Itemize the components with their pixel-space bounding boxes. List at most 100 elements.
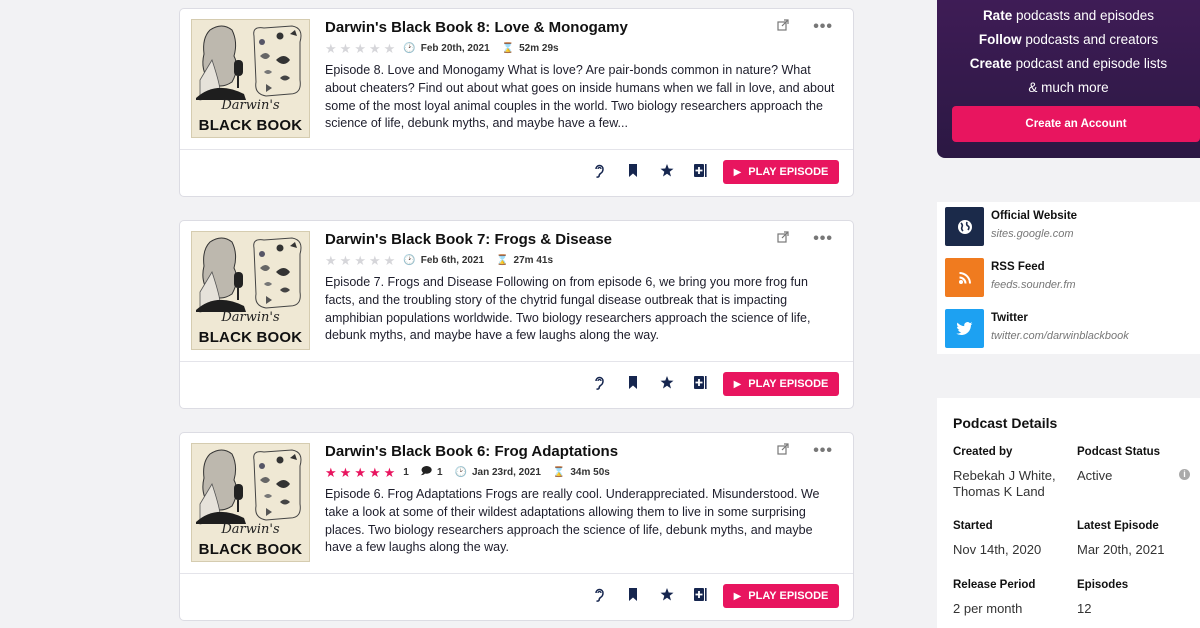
rating-star[interactable]: ★ <box>354 42 366 55</box>
podcast-status-label: Podcast Status <box>1077 446 1161 458</box>
podcast-details-panel: Podcast Details Created by Rebekah J Whi… <box>937 398 1200 628</box>
rating-star[interactable]: ★ <box>325 466 337 479</box>
release-date: 🕑 Feb 6th, 2021 <box>403 254 485 266</box>
rating-star[interactable]: ★ <box>384 254 396 267</box>
twitter-link[interactable]: Twitter twitter.com/darwinblackbook <box>945 309 1195 349</box>
add-to-list-icon[interactable] <box>684 588 718 604</box>
rating-star[interactable]: ★ <box>340 42 352 55</box>
info-icon[interactable]: i <box>1179 469 1190 480</box>
episodes-count-label: Episodes <box>1077 579 1129 591</box>
globe-icon <box>945 207 984 246</box>
rating-star[interactable]: ★ <box>369 42 381 55</box>
episode-duration: ⌛ 52m 29s <box>501 42 559 54</box>
cover-subtitle: BLACK BOOK <box>198 117 303 134</box>
more-options-icon[interactable]: ••• <box>813 442 833 458</box>
episode-meta: ★★★★★ 🗩 🕑 Feb 20th, 2021 ⌛ 52m 29s <box>325 41 571 55</box>
rss-feed-link[interactable]: RSS Feed feeds.sounder.fm <box>945 258 1195 298</box>
episode-title[interactable]: Darwin's Black Book 7: Frogs & Disease <box>325 231 612 248</box>
add-to-list-icon[interactable] <box>684 376 718 392</box>
rating-stars[interactable]: ★ ★ ★ ★ ★ <box>325 254 395 267</box>
link-url: twitter.com/darwinblackbook <box>991 330 1129 342</box>
episode-title[interactable]: Darwin's Black Book 8: Love & Monogamy <box>325 19 628 36</box>
episode-card: Darwin's BLACK BOOK Darwin's Black Book … <box>179 220 854 409</box>
podcast-status-value: Active <box>1077 468 1113 483</box>
rating-star[interactable]: ★ <box>369 254 381 267</box>
add-to-list-icon[interactable] <box>684 164 718 180</box>
episode-cover-art[interactable]: Darwin's BLACK BOOK <box>191 19 310 138</box>
rating-star[interactable]: ★ <box>325 254 337 267</box>
create-account-button[interactable]: Create an Account <box>952 106 1200 142</box>
episode-actions: ▶ PLAY EPISODE <box>582 372 839 396</box>
hourglass-icon: ⌛ <box>496 254 509 266</box>
started-value: Nov 14th, 2020 <box>953 542 1042 557</box>
link-label: RSS Feed <box>991 261 1045 273</box>
created-by-label: Created by <box>953 446 1013 458</box>
episode-title[interactable]: Darwin's Black Book 6: Frog Adaptations <box>325 443 618 460</box>
rating-star[interactable]: ★ <box>354 466 366 479</box>
episode-duration: ⌛ 27m 41s <box>496 254 554 266</box>
star-icon[interactable] <box>650 376 684 392</box>
external-links-panel: Official Website sites.google.com RSS Fe… <box>937 202 1200 354</box>
hourglass-icon: ⌛ <box>552 466 566 478</box>
link-label: Twitter <box>991 312 1028 324</box>
episode-actions: ▶ PLAY EPISODE <box>582 584 839 608</box>
star-icon[interactable] <box>650 164 684 180</box>
episode-description: Episode 8. Love and Monogamy What is lov… <box>325 63 835 131</box>
official-website-link[interactable]: Official Website sites.google.com <box>945 207 1195 247</box>
share-icon[interactable] <box>777 443 789 458</box>
episodes-count-value: 12 <box>1077 601 1092 616</box>
more-options-icon[interactable]: ••• <box>813 18 833 34</box>
clock-icon: 🕑 <box>454 466 467 478</box>
comments-count[interactable]: 🗩 1 <box>421 464 443 481</box>
rating-stars[interactable]: ★ ★ ★ ★ ★ <box>325 466 395 479</box>
rss-icon <box>945 258 984 297</box>
cover-title: Darwin's <box>221 310 280 325</box>
episode-cover-art[interactable]: Darwin's BLACK BOOK <box>191 231 310 350</box>
card-top-actions: ••• <box>777 230 833 246</box>
signup-promo-panel: Rate podcasts and episodes Follow podcas… <box>937 0 1200 158</box>
play-icon: ▶ <box>733 590 742 602</box>
share-icon[interactable] <box>777 231 789 246</box>
more-options-icon[interactable]: ••• <box>813 230 833 246</box>
episode-card: Darwin's BLACK BOOK Darwin's Black Book … <box>179 432 854 621</box>
link-url: feeds.sounder.fm <box>991 279 1076 291</box>
latest-episode-value: Mar 20th, 2021 <box>1077 542 1165 557</box>
play-icon: ▶ <box>733 166 742 178</box>
star-icon[interactable] <box>650 588 684 604</box>
listened-ear-icon[interactable] <box>582 164 616 181</box>
rating-star[interactable]: ★ <box>384 466 396 479</box>
promo-line-create: Create podcast and episode lists <box>969 56 1168 71</box>
rating-star[interactable]: ★ <box>369 466 381 479</box>
card-top-actions: ••• <box>777 442 833 458</box>
episode-meta: ★★★★★ 🗩 🕑 Feb 6th, 2021 ⌛ 27m 41s <box>325 253 565 267</box>
rating-stars[interactable]: ★ ★ ★ ★ ★ <box>325 42 395 55</box>
listened-ear-icon[interactable] <box>582 376 616 393</box>
listened-ear-icon[interactable] <box>582 588 616 605</box>
started-label: Started <box>953 520 993 532</box>
play-episode-button[interactable]: ▶ PLAY EPISODE <box>723 584 839 608</box>
card-divider <box>180 361 853 362</box>
rating-star[interactable]: ★ <box>340 466 352 479</box>
play-episode-button[interactable]: ▶ PLAY EPISODE <box>723 372 839 396</box>
rating-star[interactable]: ★ <box>325 42 337 55</box>
play-episode-button[interactable]: ▶ PLAY EPISODE <box>723 160 839 184</box>
details-title: Podcast Details <box>953 415 1058 431</box>
episode-description: Episode 6. Frog Adaptations Frogs are re… <box>325 487 820 555</box>
share-icon[interactable] <box>777 19 789 34</box>
rating-star[interactable]: ★ <box>384 42 396 55</box>
release-period-value: 2 per month <box>953 601 1023 616</box>
link-label: Official Website <box>991 210 1078 222</box>
episode-cover-art[interactable]: Darwin's BLACK BOOK <box>191 443 310 562</box>
created-by-value: Rebekah J White, Thomas K Land <box>953 468 1056 499</box>
play-icon: ▶ <box>733 378 742 390</box>
rating-star[interactable]: ★ <box>354 254 366 267</box>
rating-star[interactable]: ★ <box>340 254 352 267</box>
release-date: 🕑 Jan 23rd, 2021 <box>454 466 541 478</box>
cover-title: Darwin's <box>221 522 280 537</box>
release-date: 🕑 Feb 20th, 2021 <box>403 42 490 54</box>
bookmark-icon[interactable] <box>616 376 650 392</box>
bookmark-icon[interactable] <box>616 164 650 180</box>
hourglass-icon: ⌛ <box>501 42 515 54</box>
card-top-actions: ••• <box>777 18 833 34</box>
bookmark-icon[interactable] <box>616 588 650 604</box>
